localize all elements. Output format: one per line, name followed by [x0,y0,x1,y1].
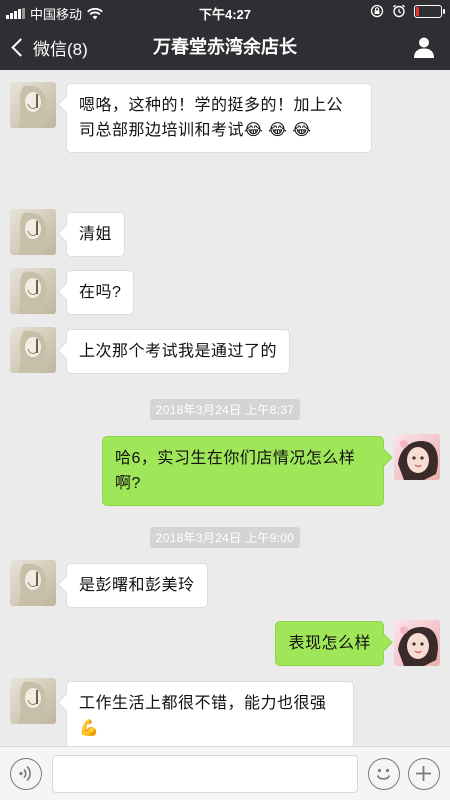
input-bar [0,746,450,800]
avatar-contact[interactable] [10,560,56,606]
message-bubble-out[interactable]: 表现怎么样 [275,621,384,666]
avatar-contact[interactable] [10,82,56,128]
plus-button[interactable] [408,758,440,790]
person-icon[interactable] [412,35,436,59]
voice-button[interactable] [10,758,42,790]
message-bubble-out[interactable]: 哈6，实习生在你们店情况怎么样 啊? [102,436,384,506]
battery-icon [414,4,445,18]
message-text: 司总部那边培训和考试😂 😂 😂 [79,118,359,143]
status-bar: 中国移动 下午4:27 [0,0,450,24]
chat-title: 万春堂赤湾余店长 [153,37,297,57]
message-bubble-in[interactable]: 嗯咯，这种的！学的挺多的！加上公 司总部那边培训和考试😂 😂 😂 [66,83,372,153]
message-bubble-in[interactable]: 工作生活上都很不错，能力也很强 💪 [66,681,354,751]
avatar-contact[interactable] [10,678,56,724]
message-text: 哈6，实习生在你们店情况怎么样 [115,450,356,467]
status-right [370,4,445,18]
timestamp: 2018年3月24日 上午9:00 [0,527,450,548]
avatar-contact[interactable] [10,268,56,314]
chat-area[interactable]: 嗯咯，这种的！学的挺多的！加上公 司总部那边培训和考试😂 😂 😂 清姐 在吗? [0,70,450,751]
nav-bar: 微信(8) 万春堂赤湾余店长 [0,24,450,70]
orientation-lock-icon [370,4,384,18]
avatar-self[interactable] [394,434,440,480]
message-input[interactable] [52,755,358,793]
timestamp-label: 2018年3月24日 上午9:00 [149,527,301,548]
avatar-contact[interactable] [10,209,56,255]
message-text: 嗯咯，这种的！学的挺多的！加上公 [79,97,344,114]
alarm-icon [393,4,405,18]
message-text: 上次那个考试我是通过了的 [79,343,278,360]
flexed-biceps-emoji-icon: 💪 [79,720,100,737]
message-bubble-in[interactable]: 是彭曙和彭美玲 [66,563,208,608]
timestamp: 2018年3月24日 上午8:37 [0,399,450,420]
message-bubble-in[interactable]: 清姐 [66,212,126,257]
voice-icon [19,765,31,782]
message-text: 在吗? [79,284,122,301]
message-text: 工作生活上都很不错，能力也很强 [79,695,327,712]
avatar-self[interactable] [394,620,440,666]
message-bubble-in[interactable]: 在吗? [66,270,135,315]
message-text: 清姐 [79,226,113,243]
message-text: 啊? [115,475,141,492]
avatar-contact[interactable] [10,327,56,373]
smiley-icon [376,768,391,780]
plus-icon [416,766,431,781]
message-text: 表现怎么样 [288,635,371,652]
timestamp-label: 2018年3月24日 上午8:37 [149,399,301,420]
message-bubble-in[interactable]: 上次那个考试我是通过了的 [66,329,291,374]
battery-level-fill [416,6,419,16]
message-text: 是彭曙和彭美玲 [79,577,195,594]
emoji-button[interactable] [368,758,400,790]
laughing-emoji-icon: 😂 😂 😂 [244,122,312,139]
